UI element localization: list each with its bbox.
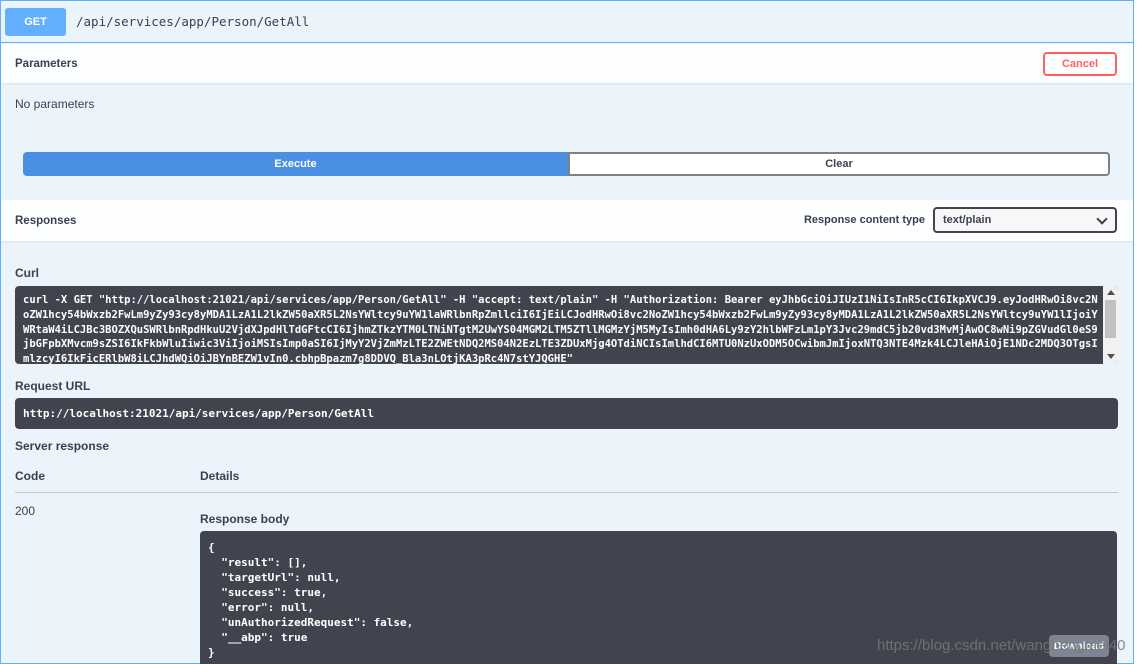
parameters-title: Parameters [15, 57, 78, 70]
execute-wrapper: Execute Clear [23, 152, 1110, 176]
responses-header: Responses Response content type text/pla… [1, 200, 1133, 241]
curl-label: Curl [15, 266, 39, 280]
details-column-header: Details [200, 469, 240, 483]
table-divider [15, 492, 1118, 493]
scroll-thumb[interactable] [1105, 300, 1116, 338]
response-content-type-label: Response content type [803, 214, 925, 226]
response-content-type-value: text/plain [943, 214, 992, 226]
curl-code-block[interactable]: curl -X GET "http://localhost:21021/api/… [15, 286, 1118, 364]
request-url-value: http://localhost:21021/api/services/app/… [23, 407, 374, 420]
execute-button[interactable]: Execute [23, 152, 568, 176]
operation-block: GET /api/services/app/Person/GetAll Para… [0, 0, 1134, 664]
watermark-text: https://blog.csdn.net/wanghengmei40 [877, 637, 1126, 654]
curl-scrollbar[interactable] [1103, 286, 1118, 364]
curl-command: curl -X GET "http://localhost:21021/api/… [23, 294, 1098, 364]
cancel-button[interactable]: Cancel [1043, 52, 1117, 76]
request-url-block: http://localhost:21021/api/services/app/… [15, 398, 1118, 429]
endpoint-path: /api/services/app/Person/GetAll [76, 14, 310, 29]
chevron-down-icon [1096, 213, 1108, 225]
scroll-down-arrow-icon[interactable] [1107, 354, 1115, 359]
code-column-header: Code [15, 469, 45, 483]
request-url-label: Request URL [15, 379, 91, 393]
response-code: 200 [15, 504, 36, 518]
response-content-type-select[interactable]: text/plain [933, 207, 1117, 233]
method-badge: GET [5, 7, 66, 36]
response-body-json: { "result": [], "targetUrl": null, "succ… [208, 541, 414, 659]
server-response-label: Server response [15, 439, 110, 453]
parameters-header: Parameters Cancel [1, 44, 1133, 83]
clear-button[interactable]: Clear [568, 152, 1110, 176]
responses-title: Responses [15, 214, 77, 227]
no-parameters-text: No parameters [15, 97, 95, 111]
response-body-label: Response body [200, 512, 290, 526]
scroll-up-arrow-icon[interactable] [1107, 290, 1115, 295]
operation-summary[interactable]: GET /api/services/app/Person/GetAll [1, 1, 1133, 43]
